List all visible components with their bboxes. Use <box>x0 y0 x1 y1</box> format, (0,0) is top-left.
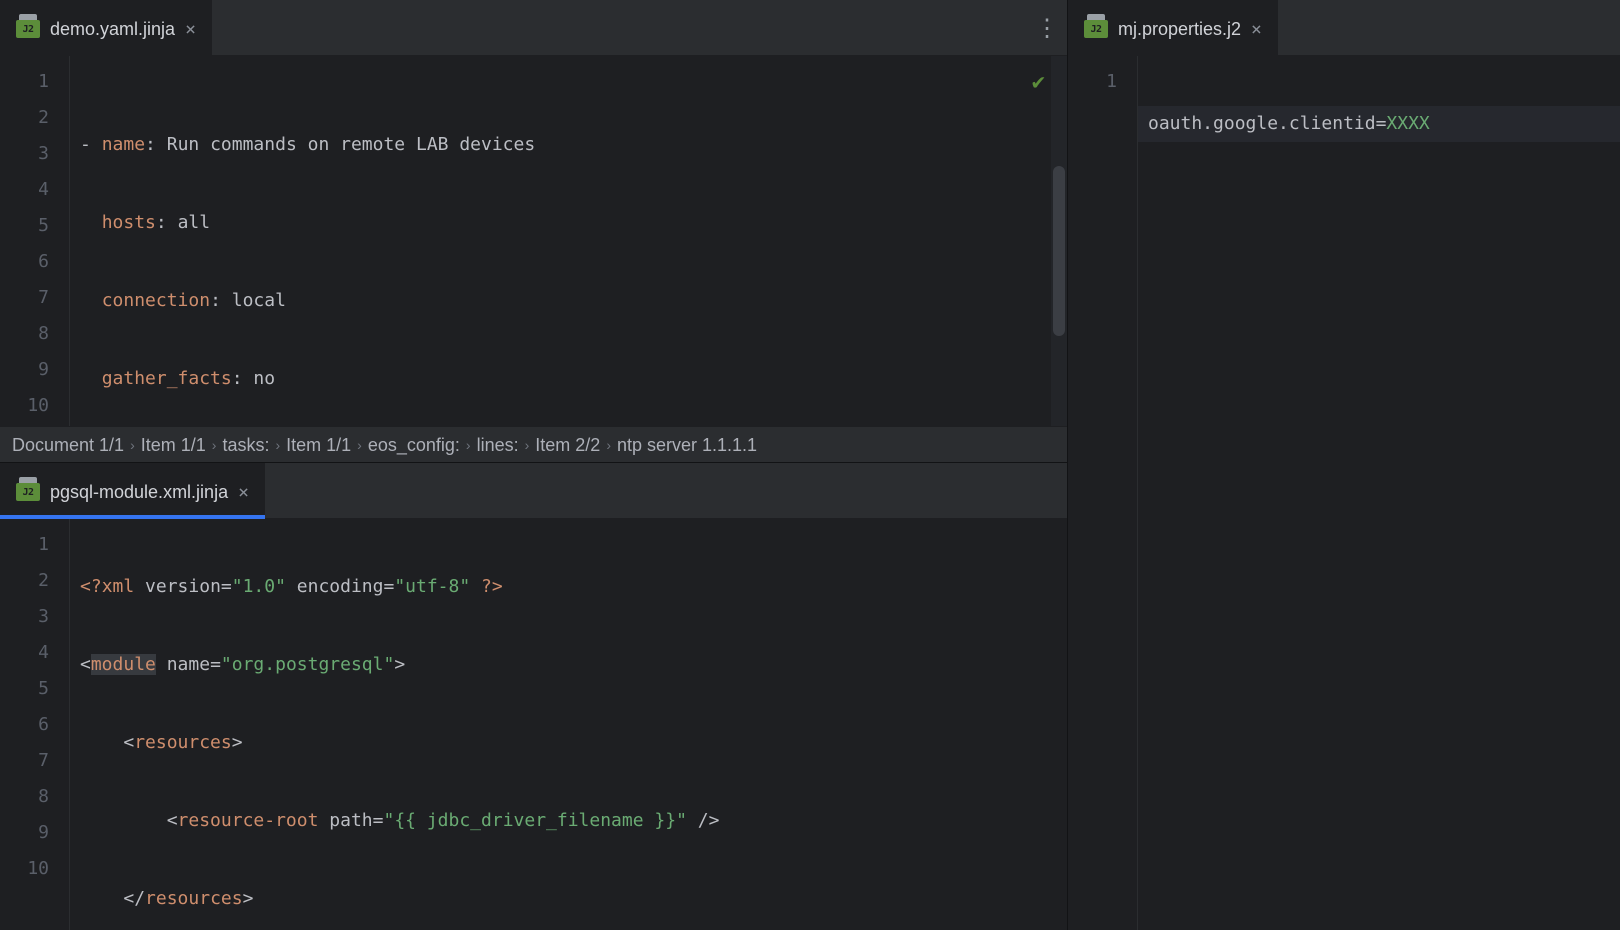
scrollbar-thumb[interactable] <box>1053 166 1065 336</box>
jinja-file-icon <box>16 20 40 38</box>
editor-pane-demo-yaml: demo.yaml.jinja × ⋮ 12345678910 ✔ - name… <box>0 0 1068 462</box>
editor-area[interactable]: 1 oauth.google.clientid=XXXX <box>1068 56 1620 930</box>
tab-label: mj.properties.j2 <box>1118 19 1241 40</box>
editor-pane-mj-properties: mj.properties.j2 × 1 oauth.google.client… <box>1068 0 1620 930</box>
tab-bar: mj.properties.j2 × <box>1068 0 1620 56</box>
editor-pane-pgsql-xml: pgsql-module.xml.jinja × 12345678910 <?x… <box>0 462 1068 930</box>
code-area[interactable]: oauth.google.clientid=XXXX <box>1138 56 1620 930</box>
breadcrumb-item[interactable]: eos_config: <box>368 427 460 463</box>
close-icon[interactable]: × <box>238 482 249 503</box>
tab-mj-properties[interactable]: mj.properties.j2 × <box>1068 0 1278 55</box>
breadcrumb-item[interactable]: Item 2/2 <box>535 427 600 463</box>
tab-overflow-icon[interactable]: ⋮ <box>1027 0 1067 55</box>
inspection-ok-icon[interactable]: ✔ <box>1032 70 1045 95</box>
gutter: 12345678910 <box>0 56 70 426</box>
tab-bar: demo.yaml.jinja × ⋮ <box>0 0 1067 56</box>
jinja-file-icon <box>16 483 40 501</box>
code-area[interactable]: <?xml version="1.0" encoding="utf-8" ?> … <box>70 519 1067 930</box>
close-icon[interactable]: × <box>185 19 196 40</box>
gutter: 1 <box>1068 56 1138 930</box>
breadcrumb-item[interactable]: Item 1/1 <box>141 427 206 463</box>
app-root: demo.yaml.jinja × ⋮ 12345678910 ✔ - name… <box>0 0 1620 930</box>
breadcrumb-item[interactable]: lines: <box>477 427 519 463</box>
breadcrumb-item[interactable]: tasks: <box>222 427 269 463</box>
editor-area[interactable]: 12345678910 <?xml version="1.0" encoding… <box>0 519 1067 930</box>
breadcrumb: Document 1/1› Item 1/1› tasks:› Item 1/1… <box>0 426 1067 462</box>
tab-label: pgsql-module.xml.jinja <box>50 482 228 503</box>
tab-demo-yaml[interactable]: demo.yaml.jinja × <box>0 0 212 55</box>
tab-label: demo.yaml.jinja <box>50 19 175 40</box>
code-area[interactable]: ✔ - name: Run commands on remote LAB dev… <box>70 56 1067 426</box>
close-icon[interactable]: × <box>1251 19 1262 40</box>
tab-pgsql-xml[interactable]: pgsql-module.xml.jinja × <box>0 463 265 518</box>
jinja-file-icon <box>1084 20 1108 38</box>
breadcrumb-item[interactable]: ntp server 1.1.1.1 <box>617 427 757 463</box>
breadcrumb-item[interactable]: Document 1/1 <box>12 427 124 463</box>
editor-area[interactable]: 12345678910 ✔ - name: Run commands on re… <box>0 56 1067 426</box>
breadcrumb-item[interactable]: Item 1/1 <box>286 427 351 463</box>
gutter: 12345678910 <box>0 519 70 930</box>
tab-bar: pgsql-module.xml.jinja × <box>0 463 1067 519</box>
